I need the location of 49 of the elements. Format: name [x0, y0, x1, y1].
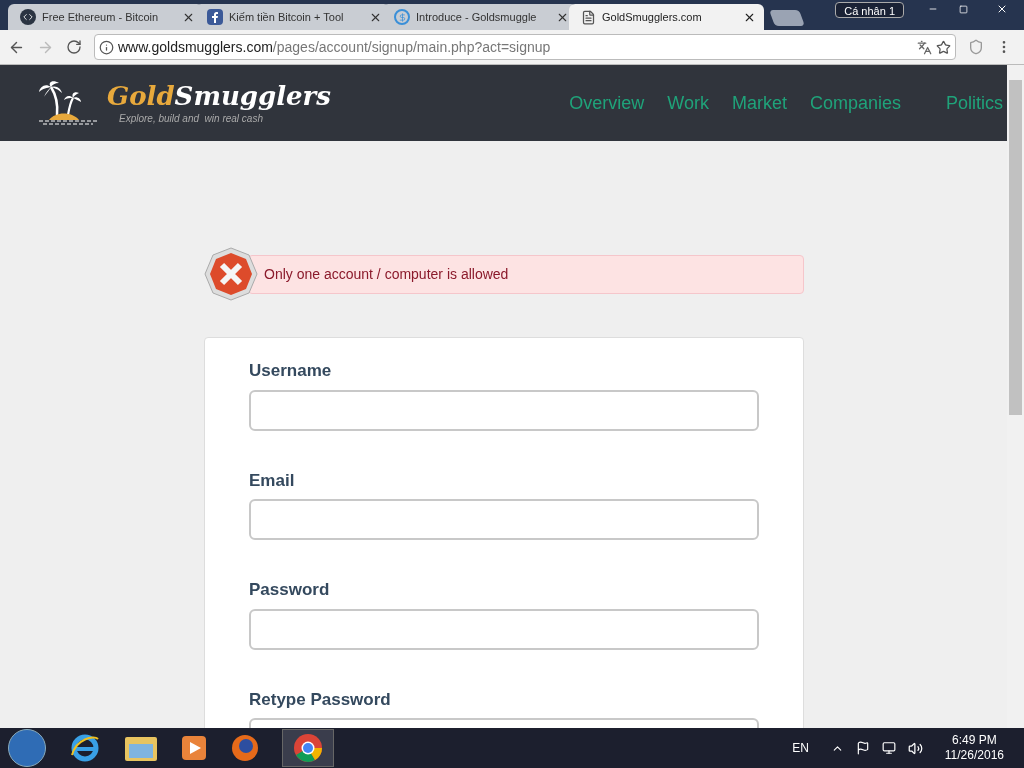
palm-island-icon — [37, 79, 99, 127]
logo-text: GoldSmugglers — [107, 80, 331, 111]
text-field[interactable] — [249, 608, 759, 650]
bookmark-star-icon[interactable] — [936, 39, 951, 55]
tagline: Explore, build and win real cash — [119, 111, 264, 126]
address-bar[interactable]: www.goldsmugglers.com/pages/account/signup/main.php?act=signup — [94, 34, 956, 60]
tab-title: Introduce - Goldsmuggle — [416, 9, 537, 25]
field-label: Username — [249, 360, 333, 382]
field-label: Email — [249, 469, 296, 492]
volume-icon[interactable] — [907, 740, 923, 756]
chrome-icon — [293, 733, 323, 763]
reload-icon[interactable] — [66, 39, 82, 55]
close-icon[interactable] — [996, 3, 1008, 15]
field-label: Password — [249, 579, 331, 601]
field-label: Retype Password — [249, 688, 392, 711]
page-icon — [581, 9, 596, 25]
clock-date[interactable]: 11/26/2016 — [944, 748, 1004, 763]
nav-link[interactable]: Overview — [569, 89, 645, 117]
info-icon[interactable] — [99, 39, 114, 55]
folder-icon[interactable] — [124, 734, 158, 762]
chrome-taskbar-button[interactable] — [282, 729, 334, 767]
media-player-icon[interactable] — [180, 734, 208, 762]
network-icon[interactable] — [881, 741, 896, 755]
alert-message: Only one account / computer is allowed — [264, 264, 509, 284]
flag-icon[interactable] — [855, 741, 870, 755]
language-indicator[interactable]: EN — [792, 739, 809, 757]
code-icon — [20, 9, 36, 25]
browser-tab[interactable]: GoldSmugglers.com — [569, 4, 764, 30]
tab-title: Kiếm tiền Bitcoin + Tool — [229, 9, 344, 25]
nav-link[interactable]: Work — [667, 89, 709, 117]
url-host: www.goldsmugglers.com/pages/account/signup/main.php?act=signup — [118, 37, 551, 57]
tab-title: GoldSmugglers.com — [602, 9, 702, 25]
tab-title: Free Ethereum - Bitcoin — [42, 9, 159, 25]
nav-link[interactable]: Politics — [946, 89, 1003, 117]
error-icon — [204, 247, 258, 301]
new-tab-button[interactable] — [769, 10, 805, 26]
clock-time[interactable]: 6:49 PM — [952, 733, 997, 748]
maximize-icon[interactable] — [958, 4, 968, 14]
translate-icon[interactable] — [917, 39, 932, 55]
dollar-icon — [394, 9, 410, 25]
text-field[interactable] — [249, 389, 759, 431]
nav-link[interactable]: Market — [731, 89, 787, 117]
f-letter-icon — [207, 9, 223, 25]
nav-link[interactable]: Companies — [809, 89, 901, 117]
shield-icon[interactable] — [968, 39, 984, 55]
start-button[interactable] — [8, 729, 46, 767]
text-field[interactable] — [249, 499, 759, 540]
firefox-icon[interactable] — [230, 733, 260, 763]
profile-button[interactable]: Cá nhân 1 — [835, 2, 904, 18]
